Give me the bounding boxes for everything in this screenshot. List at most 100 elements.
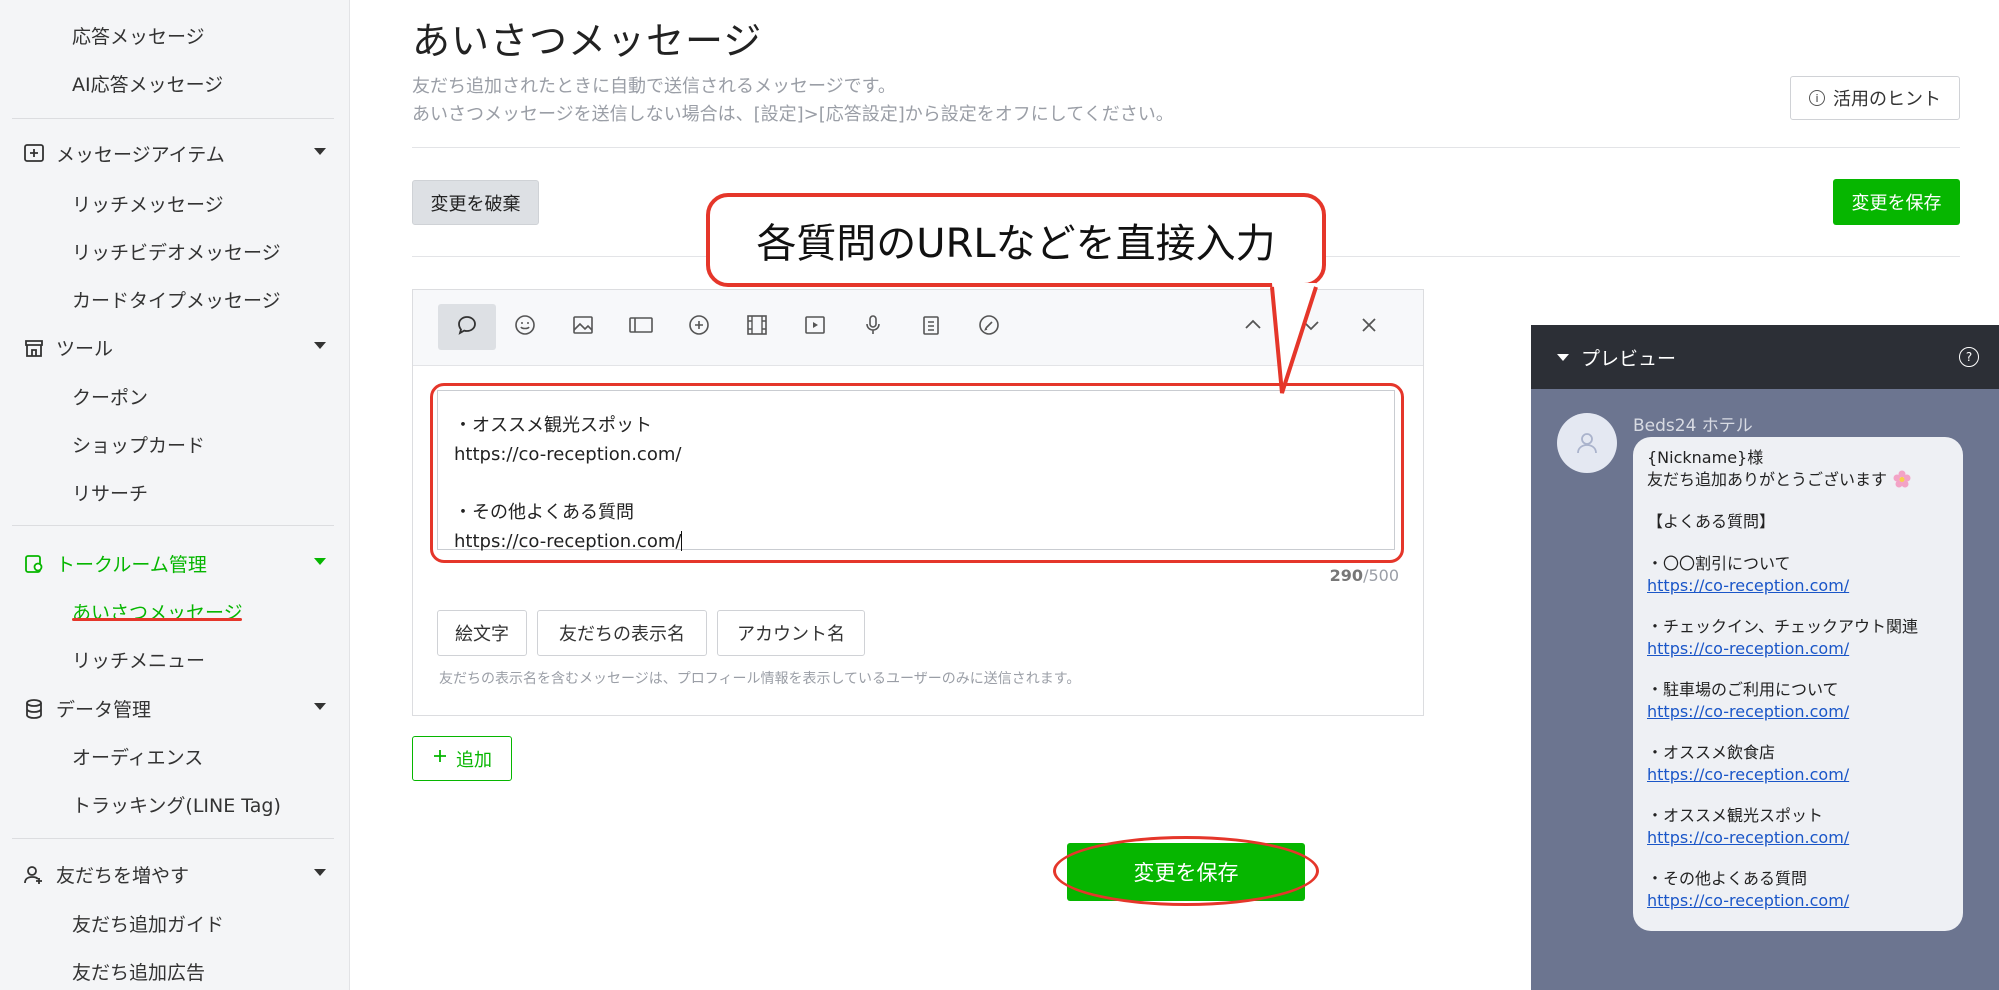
play-icon — [803, 313, 827, 341]
account-name-chip[interactable]: アカウント名 — [717, 610, 865, 656]
text-type-button[interactable] — [438, 304, 496, 350]
sidebar-divider — [12, 525, 334, 526]
page-description: 友だち追加されたときに自動で送信されるメッセージです。 — [412, 76, 896, 97]
chat-settings-icon — [22, 552, 46, 576]
sticker-type-button[interactable] — [496, 304, 554, 350]
preview-faq-question: ・その他よくある質問 — [1647, 869, 1808, 888]
sidebar-item-rich-message[interactable]: リッチメッセージ — [72, 190, 342, 217]
discard-button[interactable]: 変更を破棄 — [412, 180, 539, 225]
video-type-button[interactable] — [786, 304, 844, 350]
sidebar-item-ai-reply[interactable]: AI応答メッセージ — [72, 70, 342, 97]
save-button-top[interactable]: 変更を保存 — [1833, 179, 1960, 225]
callout-text: 各質問のURLなどを直接入力 — [756, 221, 1276, 267]
plus-square-icon — [22, 142, 46, 166]
sidebar-category-friends[interactable]: 友だちを増やす — [22, 861, 340, 888]
sidebar-category-label: 友だちを増やす — [56, 865, 190, 887]
info-icon: i — [1809, 90, 1825, 106]
char-count: 290 — [1329, 566, 1364, 585]
preview-sender-name: Beds24 ホテル — [1633, 416, 1753, 436]
preview-greeting-2: 友だち追加ありがとうございます — [1647, 470, 1888, 489]
annotation-frame — [430, 383, 1404, 563]
preview-faq-link[interactable]: https://co-reception.com/ — [1647, 701, 1949, 723]
hint-label: 活用のヒント — [1833, 89, 1941, 110]
sidebar-divider — [12, 118, 334, 119]
annotation-underline — [72, 618, 242, 621]
audio-type-button[interactable] — [844, 304, 902, 350]
database-icon — [22, 697, 46, 721]
preview-panel: プレビュー ? Beds24 ホテル {Nickname}様 友だち追加ありがと… — [1531, 325, 1999, 990]
sidebar-category-message-items[interactable]: メッセージアイテム — [22, 140, 340, 167]
delete-message-button[interactable] — [1340, 304, 1398, 350]
coupon-type-button[interactable] — [612, 304, 670, 350]
char-max: /500 — [1363, 566, 1399, 585]
preview-faq-link[interactable]: https://co-reception.com/ — [1647, 827, 1949, 849]
sidebar-category-label: トークルーム管理 — [56, 554, 207, 576]
sidebar-item-auto-reply[interactable]: 応答メッセージ — [72, 22, 342, 49]
chevron-down-icon — [314, 703, 326, 710]
card-icon — [627, 313, 655, 341]
pen-icon — [977, 313, 1001, 341]
sidebar-item-coupon[interactable]: クーポン — [72, 383, 342, 410]
divider — [412, 147, 1960, 148]
preview-faq-question: ・〇〇割引について — [1647, 554, 1791, 573]
sidebar-category-label: メッセージアイテム — [56, 144, 225, 166]
preview-title: プレビュー — [1581, 347, 1677, 370]
avatar — [1557, 413, 1617, 473]
callout-tail — [1270, 283, 1318, 394]
rich-message-type-button[interactable] — [670, 304, 728, 350]
preview-faq-link[interactable]: https://co-reception.com/ — [1647, 575, 1949, 597]
add-message-button[interactable]: 追加 — [412, 736, 512, 781]
preview-header[interactable]: プレビュー ? — [1531, 325, 1999, 389]
sidebar-item-shop-card[interactable]: ショップカード — [72, 431, 342, 458]
preview-faq-question: ・駐車場のご利用について — [1647, 680, 1839, 699]
page-title: あいさつメッセージ — [412, 19, 763, 63]
plus-icon — [432, 748, 448, 769]
image-type-button[interactable] — [554, 304, 612, 350]
cardtype-type-button[interactable] — [960, 304, 1018, 350]
sidebar-category-chat-room[interactable]: トークルーム管理 — [22, 550, 340, 577]
sidebar-category-tools[interactable]: ツール — [22, 334, 340, 361]
preview-faq-question: ・オススメ飲食店 — [1647, 743, 1776, 762]
preview-greeting-1: {Nickname}様 — [1647, 448, 1764, 467]
character-counter: 290/500 — [1330, 566, 1399, 585]
sidebar-item-rich-video-message[interactable]: リッチビデオメッセージ — [72, 238, 342, 265]
chevron-down-icon — [314, 558, 326, 565]
emoji-chip[interactable]: 絵文字 — [437, 610, 527, 656]
sidebar-item-card-message[interactable]: カードタイプメッセージ — [72, 286, 342, 313]
bubble-plus-icon — [687, 313, 711, 341]
preview-faq-link[interactable]: https://co-reception.com/ — [1647, 890, 1949, 912]
friend-name-chip[interactable]: 友だちの表示名 — [537, 610, 707, 656]
film-icon — [745, 313, 769, 341]
speech-bubble-icon — [455, 313, 479, 341]
rich-video-type-button[interactable] — [728, 304, 786, 350]
preview-greeting-2-line: 友だち追加ありがとうございます — [1647, 469, 1949, 491]
sidebar-item-audience[interactable]: オーディエンス — [72, 743, 342, 770]
preview-faq-title: 【よくある質問】 — [1647, 512, 1776, 531]
sidebar-item-tracking[interactable]: トラッキング(LINE Tag) — [72, 791, 342, 818]
hint-button[interactable]: i 活用のヒント — [1790, 76, 1960, 120]
chevron-down-icon — [314, 342, 326, 349]
sidebar-item-friend-guide[interactable]: 友だち追加ガイド — [72, 910, 342, 937]
sidebar-category-label: データ管理 — [56, 699, 152, 721]
clipboard-icon — [919, 313, 943, 341]
preview-faq-link[interactable]: https://co-reception.com/ — [1647, 638, 1949, 660]
help-icon[interactable]: ? — [1959, 347, 1979, 367]
preview-faq-link[interactable]: https://co-reception.com/ — [1647, 764, 1949, 786]
preview-faq-question: ・オススメ観光スポット — [1647, 806, 1824, 825]
page-description-2: あいさつメッセージを送信しない場合は、[設定]>[応答設定]から設定をオフにして… — [412, 104, 1174, 125]
sidebar-item-rich-menu[interactable]: リッチメニュー — [72, 646, 342, 673]
sidebar-divider — [12, 838, 334, 839]
shop-icon — [22, 336, 46, 360]
sidebar-item-friend-ads[interactable]: 友だち追加広告 — [72, 958, 342, 985]
add-user-icon — [22, 863, 46, 887]
research-type-button[interactable] — [902, 304, 960, 350]
sidebar-category-data[interactable]: データ管理 — [22, 695, 340, 722]
sidebar-item-research[interactable]: リサーチ — [72, 479, 342, 506]
microphone-icon — [861, 313, 885, 341]
collapse-triangle-icon — [1557, 353, 1569, 361]
preview-faq-question: ・チェックイン、チェックアウト関連 — [1647, 617, 1919, 636]
chevron-down-icon — [314, 148, 326, 155]
chevron-down-icon — [314, 869, 326, 876]
preview-message-bubble: {Nickname}様 友だち追加ありがとうございます 【よくある質問】 ・〇〇… — [1633, 437, 1963, 931]
annotation-ellipse — [1053, 836, 1319, 906]
